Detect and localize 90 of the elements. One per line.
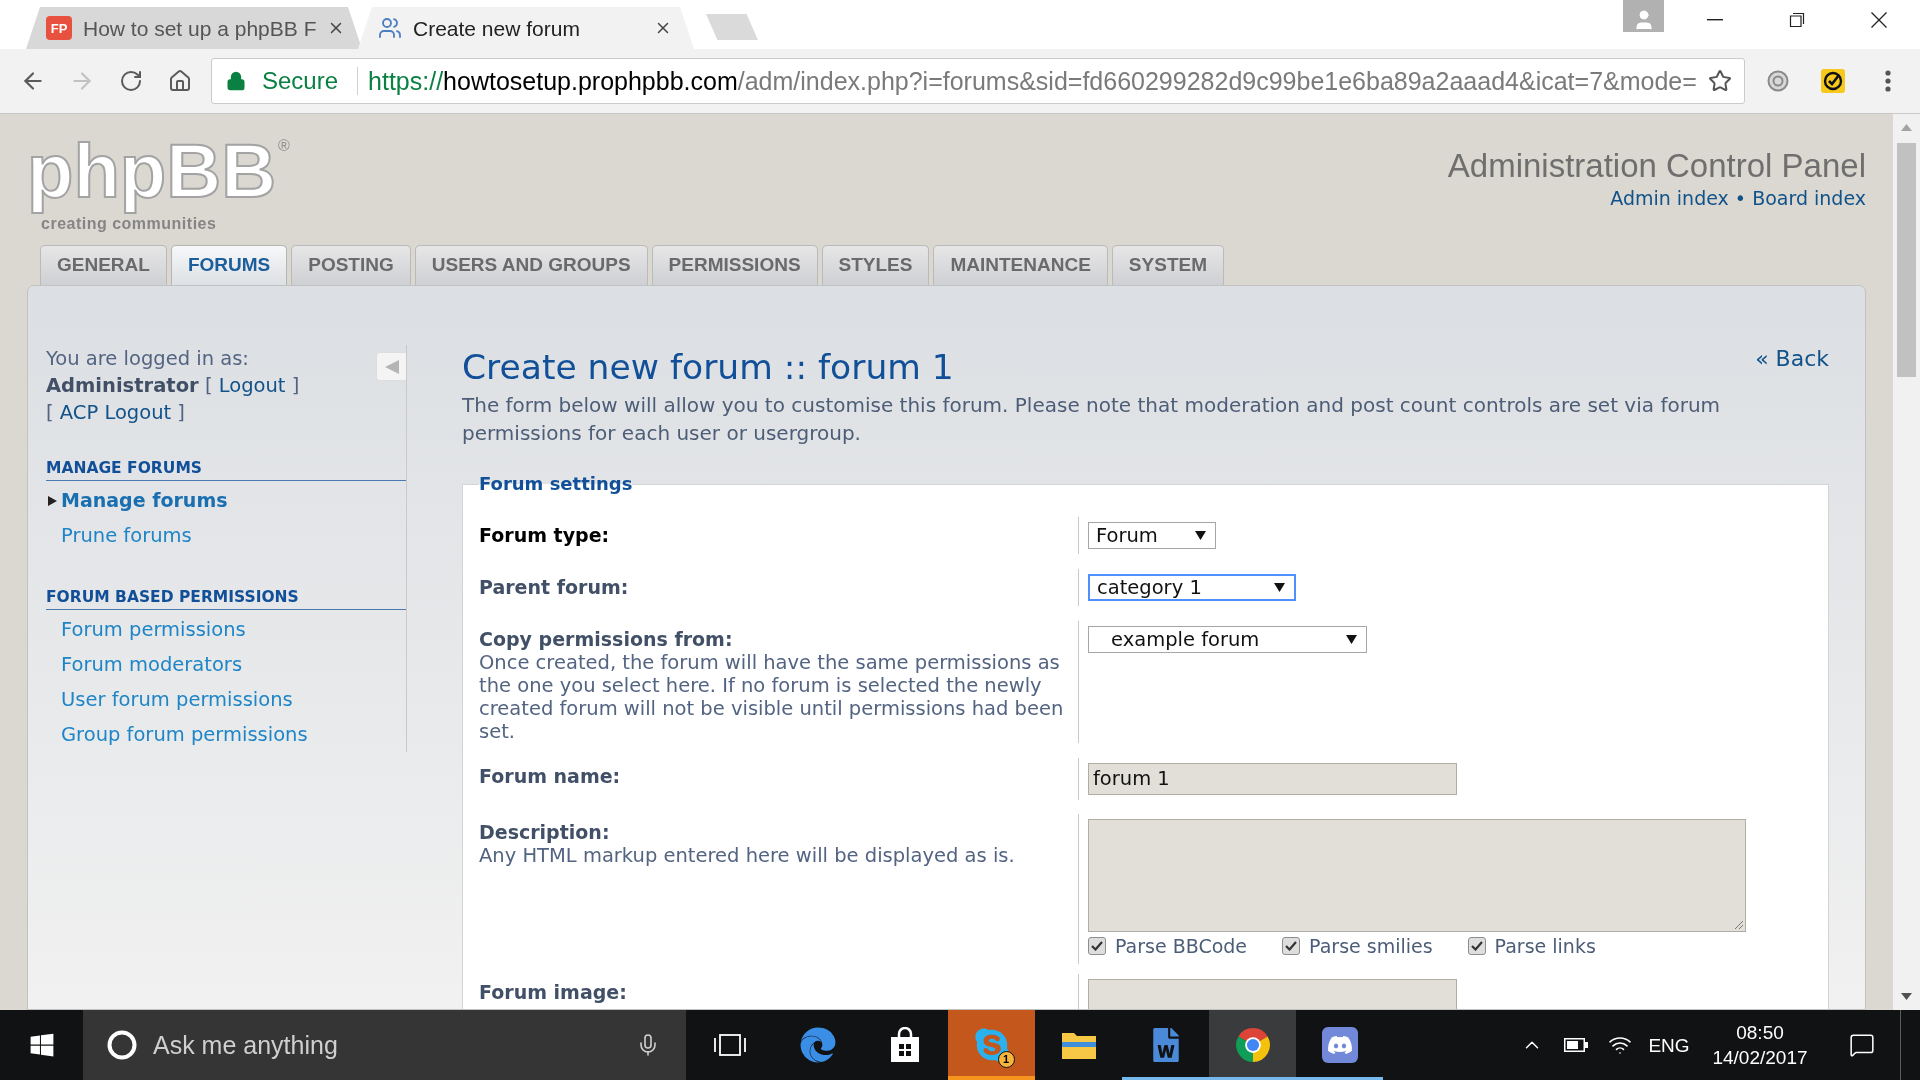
logout-link[interactable]: ACP Logout <box>59 401 172 424</box>
address-bar[interactable]: Secure https://howtosetup.prophpbb.com/adm/index.php?i=forums&sid=fd660299282d9c99be1e6ba89a2aaad4&icat=7&mode= <box>211 58 1745 104</box>
page-description: The form below will allow you to customise this forum. Please note that moderation and post count controls are set via forum permissions for each user or usergroup. <box>462 392 1722 447</box>
field-explanation: Once created, the forum will have the same permissions as the one you select here. If no forum is selected the newly created forum will not be visible until permissions had been set. <box>479 651 1065 743</box>
nav-tab[interactable]: PERMISSIONS <box>651 245 818 285</box>
nav-tab[interactable]: FORUMS <box>170 245 288 285</box>
windows-logo-icon <box>28 1032 55 1058</box>
skype-logo-icon <box>972 1026 1011 1064</box>
bookmark-star-icon[interactable] <box>1708 69 1732 93</box>
section-heading: MANAGE FORUMS <box>46 456 406 481</box>
caret-icon <box>1346 635 1357 644</box>
browser-tab[interactable]: Create new forum <box>358 7 694 49</box>
sidebar-link[interactable]: User forum permissions <box>46 682 293 717</box>
field-label: Description: <box>479 820 611 844</box>
ring-icon <box>107 1030 137 1060</box>
discord-logo-icon <box>1321 1027 1358 1063</box>
header-link[interactable]: Admin index <box>1610 187 1729 209</box>
taskbar-app-button[interactable] <box>1209 1010 1296 1080</box>
checkbox-label: Parse links <box>1494 936 1596 956</box>
edge-logo-icon <box>799 1027 836 1063</box>
caret-icon <box>1274 583 1285 592</box>
logout-link[interactable]: Logout <box>218 374 286 397</box>
menu-icon <box>1885 70 1891 92</box>
checkbox[interactable] <box>1467 937 1486 955</box>
nav-tab[interactable]: SYSTEM <box>1111 245 1224 285</box>
arrow-icon <box>48 495 57 506</box>
nav-tab[interactable]: STYLES <box>821 245 930 285</box>
lock-icon <box>226 71 246 91</box>
field-label: Forum type: <box>479 523 611 547</box>
nav-tab[interactable]: MAINTENANCE <box>933 245 1108 285</box>
header-links: Admin index • Board index <box>1610 186 1866 210</box>
text-input[interactable] <box>1088 979 1457 1009</box>
battery-icon <box>1564 1038 1588 1052</box>
logo-tagline: creating communities <box>41 215 217 233</box>
folder-icon <box>1060 1030 1097 1060</box>
header-link[interactable]: Board index <box>1752 187 1866 209</box>
checkbox-label: Parse smilies <box>1309 936 1433 956</box>
registered-mark: ® <box>278 136 290 155</box>
scrollbar-thumb[interactable] <box>1897 143 1916 377</box>
field-label: Forum name: <box>479 764 622 788</box>
nav-tab[interactable]: POSTING <box>291 245 411 285</box>
field-explanation: Any HTML markup entered here will be displayed as is. <box>479 844 1016 867</box>
nav-tab[interactable]: GENERAL <box>40 245 167 285</box>
taskbar-app-button[interactable]: 1 <box>948 1010 1035 1080</box>
dropdown-select[interactable]: category 1 <box>1088 574 1296 601</box>
left-triangle-icon <box>384 359 399 374</box>
language-indicator[interactable]: ENG <box>1642 1010 1696 1080</box>
site-logo: FP <box>46 16 72 40</box>
field-label: Parent forum: <box>479 575 630 599</box>
minimize-icon <box>1707 19 1723 21</box>
check-badge-icon <box>1821 69 1845 93</box>
home-icon <box>167 69 192 93</box>
url-text: https://howtosetup.prophpbb.com/adm/index.php?i=forums&sid=fd660299282d9c99be1e6ba89a2aaad4&icat=7&mode= <box>368 68 1697 94</box>
back-link[interactable]: « Back <box>1755 345 1829 373</box>
sidebar-link[interactable]: Manage forums <box>46 483 228 518</box>
up-triangle-icon <box>1901 124 1912 131</box>
search-field[interactable]: Ask me anything <box>83 1010 686 1080</box>
security-label: Secure <box>262 69 339 93</box>
chrome-logo-icon <box>1234 1027 1271 1063</box>
browser-tab[interactable]: FP How to set up a phpBB F <box>26 7 362 49</box>
nav-tab[interactable]: USERS AND GROUPS <box>414 245 648 285</box>
field-label: Copy permissions from: <box>479 627 734 651</box>
panel-title: Administration Control Panel <box>1447 148 1866 184</box>
sidebar-link[interactable]: Group forum permissions <box>46 717 308 752</box>
section-heading: FORUM BASED PERMISSIONS <box>46 585 406 610</box>
notification-icon <box>1849 1032 1875 1058</box>
down-triangle-icon <box>1901 993 1912 1000</box>
checkbox[interactable] <box>1282 937 1301 955</box>
login-info: You are logged in as: Administrator [ Logout ] [ ACP Logout ] <box>46 346 301 426</box>
dropdown-select[interactable]: example forum <box>1088 626 1367 653</box>
section-legend: Forum settings <box>479 472 633 496</box>
resize-grip-icon <box>1734 920 1743 929</box>
people-icon <box>378 16 402 40</box>
checkbox-label: Parse BBCode <box>1115 936 1248 956</box>
clock[interactable]: 08:50 14/02/2017 <box>1696 1010 1824 1080</box>
page-title: Create new forum :: forum 1 <box>462 347 954 387</box>
text-input[interactable]: forum 1 <box>1088 763 1457 795</box>
field-label: Forum image: <box>479 980 628 1004</box>
restore-icon <box>1789 12 1805 28</box>
reload-icon <box>118 69 143 93</box>
caret-icon <box>1195 531 1206 540</box>
sidebar-link[interactable]: Prune forums <box>46 518 192 553</box>
sidebar-link[interactable]: Forum moderators <box>46 647 243 682</box>
dropdown-select[interactable]: Forum <box>1088 522 1216 549</box>
checkbox[interactable] <box>1088 937 1106 955</box>
sidebar-link[interactable]: Forum permissions <box>46 612 246 647</box>
ring-icon <box>1767 70 1789 92</box>
close-icon <box>1871 12 1887 28</box>
notification-badge: 1 <box>997 1051 1015 1068</box>
task-view-icon <box>714 1033 746 1057</box>
